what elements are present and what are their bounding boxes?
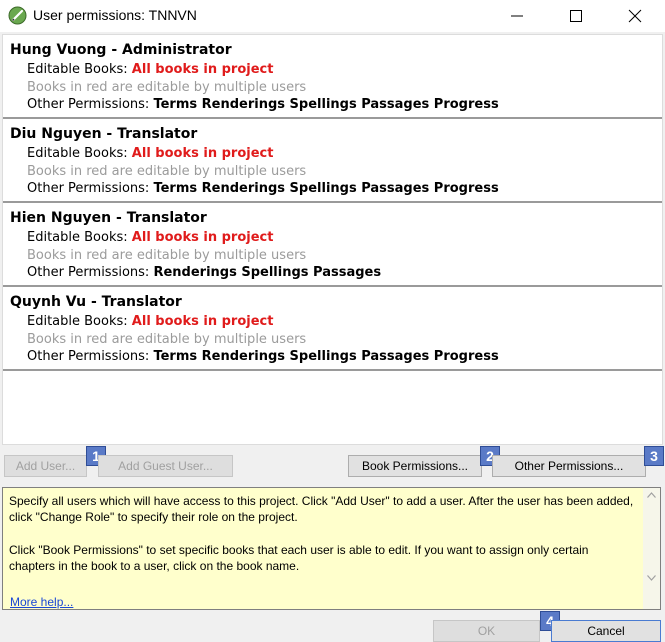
other-permissions-value: Terms Renderings Spellings Passages Prog… [153,97,499,112]
maximize-icon [570,10,582,22]
help-paragraph: Click "Book Permissions" to set specific… [9,543,589,573]
other-permissions-button[interactable]: Other Permissions... [492,455,646,477]
help-scrollbar[interactable] [643,488,660,609]
callout-badge: 3 [644,446,664,466]
other-permissions-label: Other Permissions: [27,97,150,112]
minimize-button[interactable] [494,0,540,32]
editable-books-value[interactable]: All books in project [132,230,274,245]
other-permissions-value: Terms Renderings Spellings Passages Prog… [153,349,499,364]
other-permissions-line: Other Permissions: Terms Renderings Spel… [27,349,499,364]
title-bar: User permissions: TNNVN [0,0,665,32]
add-user-button[interactable]: Add User... [4,455,87,477]
other-permissions-label: Other Permissions: [27,265,150,280]
editable-books-line: Editable Books: All books in project [27,230,273,245]
editable-books-label: Editable Books: [27,62,128,77]
other-permissions-label: Other Permissions: [27,181,150,196]
editable-books-line: Editable Books: All books in project [27,314,273,329]
book-permissions-button[interactable]: Book Permissions... [348,455,482,477]
add-guest-user-button[interactable]: Add Guest User... [98,455,233,477]
ok-button[interactable]: OK [433,620,540,642]
close-button[interactable] [612,0,658,32]
other-permissions-line: Other Permissions: Terms Renderings Spel… [27,181,499,196]
close-icon [628,9,642,23]
editable-books-value[interactable]: All books in project [132,62,274,77]
scroll-up-icon[interactable] [647,492,656,498]
user-entry[interactable]: Quynh Vu - Translator Editable Books: Al… [3,287,662,371]
window-title: User permissions: TNNVN [33,7,197,23]
maximize-button[interactable] [553,0,599,32]
user-entry[interactable]: Hung Vuong - Administrator Editable Book… [3,35,662,119]
other-permissions-value: Renderings Spellings Passages [153,265,382,280]
user-entry[interactable]: Diu Nguyen - Translator Editable Books: … [3,119,662,203]
scroll-down-icon[interactable] [647,575,656,581]
cancel-button[interactable]: Cancel [551,620,661,642]
user-entry[interactable]: Hien Nguyen - Translator Editable Books:… [3,203,662,287]
editable-books-label: Editable Books: [27,230,128,245]
user-name: Hien Nguyen - Translator [10,210,207,226]
other-permissions-label: Other Permissions: [27,349,150,364]
editable-books-line: Editable Books: All books in project [27,146,273,161]
editable-books-value[interactable]: All books in project [132,314,274,329]
editable-books-label: Editable Books: [27,146,128,161]
help-paragraph: Specify all users which will have access… [9,494,634,524]
user-list[interactable]: Hung Vuong - Administrator Editable Book… [2,34,663,445]
user-name: Hung Vuong - Administrator [10,42,232,58]
more-help-link[interactable]: More help... [10,594,73,610]
other-permissions-line: Other Permissions: Terms Renderings Spel… [27,97,499,112]
editable-books-value[interactable]: All books in project [132,146,274,161]
multi-user-note: Books in red are editable by multiple us… [27,164,307,179]
multi-user-note: Books in red are editable by multiple us… [27,80,307,95]
editable-books-label: Editable Books: [27,314,128,329]
editable-books-line: Editable Books: All books in project [27,62,273,77]
other-permissions-value: Terms Renderings Spellings Passages Prog… [153,181,499,196]
multi-user-note: Books in red are editable by multiple us… [27,332,307,347]
user-name: Diu Nguyen - Translator [10,126,198,142]
app-logo-icon [8,6,27,25]
minimize-icon [511,15,523,17]
multi-user-note: Books in red are editable by multiple us… [27,248,307,263]
other-permissions-line: Other Permissions: Renderings Spellings … [27,265,381,280]
user-name: Quynh Vu - Translator [10,294,182,310]
help-panel: Specify all users which will have access… [2,487,661,610]
